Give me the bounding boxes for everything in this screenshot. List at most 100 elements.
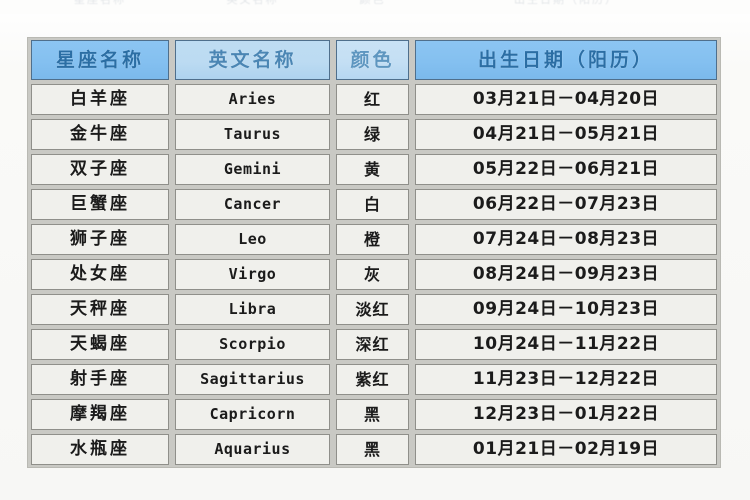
cell-color: 白 bbox=[333, 187, 412, 222]
cell-english-name-plate: Scorpio bbox=[175, 329, 330, 360]
cell-zodiac-name: 双子座 bbox=[28, 152, 172, 187]
cell-birth-date-text: 06月22日－07月23日 bbox=[472, 194, 660, 214]
cell-birth-date-plate: 03月21日－04月20日 bbox=[415, 84, 717, 115]
table-row: 处女座 Virgo 灰 08月24日－09月23日 bbox=[28, 257, 720, 292]
cell-english-name-text: Leo bbox=[238, 230, 267, 248]
cell-color-plate: 红 bbox=[336, 84, 409, 115]
cell-birth-date-text: 03月21日－04月20日 bbox=[472, 89, 660, 109]
cell-zodiac-name-plate: 天蝎座 bbox=[31, 329, 169, 360]
cell-zodiac-name-plate: 摩羯座 bbox=[31, 399, 169, 430]
cell-birth-date: 06月22日－07月23日 bbox=[412, 187, 720, 222]
page-root: 星座名称 英文名称 颜色 出生日期（阳历） 星座名称 英文名称 颜色 出生日期（… bbox=[0, 0, 750, 500]
cell-birth-date-text: 10月24日－11月22日 bbox=[472, 334, 660, 354]
cell-zodiac-name-text: 白羊座 bbox=[70, 89, 130, 109]
table-body: 白羊座 Aries 红 03月21日－04月20日金牛座 Taurus 绿 04月21日－0… bbox=[28, 82, 720, 467]
cell-zodiac-name-plate: 双子座 bbox=[31, 154, 169, 185]
cell-color-text: 白 bbox=[363, 194, 381, 214]
cell-color: 淡红 bbox=[333, 292, 412, 327]
cell-birth-date-text: 04月21日－05月21日 bbox=[472, 124, 660, 144]
table-row: 白羊座 Aries 红 03月21日－04月20日 bbox=[28, 82, 720, 117]
cell-english-name: Sagittarius bbox=[172, 362, 333, 397]
column-header-name: 星座名称 bbox=[28, 38, 172, 82]
cell-english-name: Gemini bbox=[172, 152, 333, 187]
cell-color-plate: 绿 bbox=[336, 119, 409, 150]
cell-english-name-plate: Libra bbox=[175, 294, 330, 325]
cell-birth-date: 05月22日－06月21日 bbox=[412, 152, 720, 187]
cell-color: 深红 bbox=[333, 327, 412, 362]
cell-english-name-text: Scorpio bbox=[219, 335, 286, 353]
cell-color: 黑 bbox=[333, 432, 412, 467]
cell-zodiac-name-plate: 水瓶座 bbox=[31, 434, 169, 465]
cell-color-text: 紫红 bbox=[355, 369, 390, 389]
cell-color: 橙 bbox=[333, 222, 412, 257]
cell-zodiac-name-plate: 狮子座 bbox=[31, 224, 169, 255]
cell-english-name: Capricorn bbox=[172, 397, 333, 432]
cell-color-text: 绿 bbox=[363, 124, 381, 144]
cell-zodiac-name: 狮子座 bbox=[28, 222, 172, 257]
cell-zodiac-name-text: 天秤座 bbox=[70, 299, 130, 319]
cell-english-name: Leo bbox=[172, 222, 333, 257]
cell-birth-date-text: 09月24日－10月23日 bbox=[472, 299, 660, 319]
cell-english-name-plate: Gemini bbox=[175, 154, 330, 185]
cell-zodiac-name-text: 狮子座 bbox=[70, 229, 130, 249]
cell-zodiac-name-plate: 巨蟹座 bbox=[31, 189, 169, 220]
cell-zodiac-name-text: 双子座 bbox=[70, 159, 130, 179]
cell-english-name: Taurus bbox=[172, 117, 333, 152]
cell-birth-date-text: 01月21日－02月19日 bbox=[472, 439, 660, 459]
cell-english-name-text: Taurus bbox=[223, 125, 282, 143]
column-header-english-name-label: 英文名称 bbox=[208, 48, 297, 71]
clipped-top-header-strip: 星座名称 英文名称 颜色 出生日期（阳历） bbox=[0, 0, 750, 14]
cell-color: 黑 bbox=[333, 397, 412, 432]
cell-zodiac-name-plate: 金牛座 bbox=[31, 119, 169, 150]
cell-color: 黄 bbox=[333, 152, 412, 187]
ghost-header-date: 出生日期（阳历） bbox=[514, 0, 618, 6]
table-row: 巨蟹座 Cancer 白 06月22日－07月23日 bbox=[28, 187, 720, 222]
table-row: 摩羯座 Capricorn 黑 12月23日－01月22日 bbox=[28, 397, 720, 432]
cell-zodiac-name: 金牛座 bbox=[28, 117, 172, 152]
cell-birth-date-plate: 01月21日－02月19日 bbox=[415, 434, 717, 465]
cell-birth-date-text: 12月23日－01月22日 bbox=[472, 404, 660, 424]
cell-birth-date-plate: 07月24日－08月23日 bbox=[415, 224, 717, 255]
cell-birth-date-plate: 08月24日－09月23日 bbox=[415, 259, 717, 290]
cell-english-name-plate: Aries bbox=[175, 84, 330, 115]
cell-birth-date: 10月24日－11月22日 bbox=[412, 327, 720, 362]
cell-birth-date-text: 05月22日－06月21日 bbox=[472, 159, 660, 179]
cell-english-name: Cancer bbox=[172, 187, 333, 222]
cell-birth-date-text: 08月24日－09月23日 bbox=[472, 264, 660, 284]
cell-zodiac-name: 天秤座 bbox=[28, 292, 172, 327]
cell-birth-date-plate: 10月24日－11月22日 bbox=[415, 329, 717, 360]
table-row: 射手座 Sagittarius 紫红 11月23日－12月22日 bbox=[28, 362, 720, 397]
cell-english-name-plate: Virgo bbox=[175, 259, 330, 290]
cell-birth-date-plate: 09月24日－10月23日 bbox=[415, 294, 717, 325]
cell-color: 绿 bbox=[333, 117, 412, 152]
cell-birth-date-plate: 06月22日－07月23日 bbox=[415, 189, 717, 220]
cell-zodiac-name-text: 摩羯座 bbox=[70, 404, 130, 424]
cell-color: 紫红 bbox=[333, 362, 412, 397]
table-row: 天秤座 Libra 淡红 09月24日－10月23日 bbox=[28, 292, 720, 327]
cell-zodiac-name-plate: 射手座 bbox=[31, 364, 169, 395]
column-header-english-name: 英文名称 bbox=[172, 38, 333, 82]
ghost-header-color: 颜色 bbox=[359, 0, 386, 6]
cell-birth-date-plate: 04月21日－05月21日 bbox=[415, 119, 717, 150]
cell-english-name: Virgo bbox=[172, 257, 333, 292]
cell-zodiac-name: 巨蟹座 bbox=[28, 187, 172, 222]
cell-color-plate: 淡红 bbox=[336, 294, 409, 325]
cell-english-name-plate: Taurus bbox=[175, 119, 330, 150]
table-row: 狮子座 Leo 橙 07月24日－08月23日 bbox=[28, 222, 720, 257]
cell-color-text: 深红 bbox=[355, 334, 390, 354]
cell-english-name: Libra bbox=[172, 292, 333, 327]
cell-zodiac-name-plate: 处女座 bbox=[31, 259, 169, 290]
cell-color-plate: 黄 bbox=[336, 154, 409, 185]
cell-english-name-plate: Sagittarius bbox=[175, 364, 330, 395]
table-row: 金牛座 Taurus 绿 04月21日－05月21日 bbox=[28, 117, 720, 152]
table-row: 双子座 Gemini 黄 05月22日－06月21日 bbox=[28, 152, 720, 187]
zodiac-table: 星座名称 英文名称 颜色 出生日期（阳历） 白羊座 Aries 红 03月21日－04… bbox=[28, 38, 720, 467]
cell-zodiac-name-text: 天蝎座 bbox=[70, 334, 130, 354]
cell-english-name: Aquarius bbox=[172, 432, 333, 467]
cell-english-name-text: Libra bbox=[228, 300, 277, 318]
cell-birth-date: 03月21日－04月20日 bbox=[412, 82, 720, 117]
cell-zodiac-name-text: 射手座 bbox=[70, 369, 130, 389]
cell-birth-date: 11月23日－12月22日 bbox=[412, 362, 720, 397]
cell-color: 红 bbox=[333, 82, 412, 117]
cell-color-text: 黑 bbox=[363, 404, 381, 424]
